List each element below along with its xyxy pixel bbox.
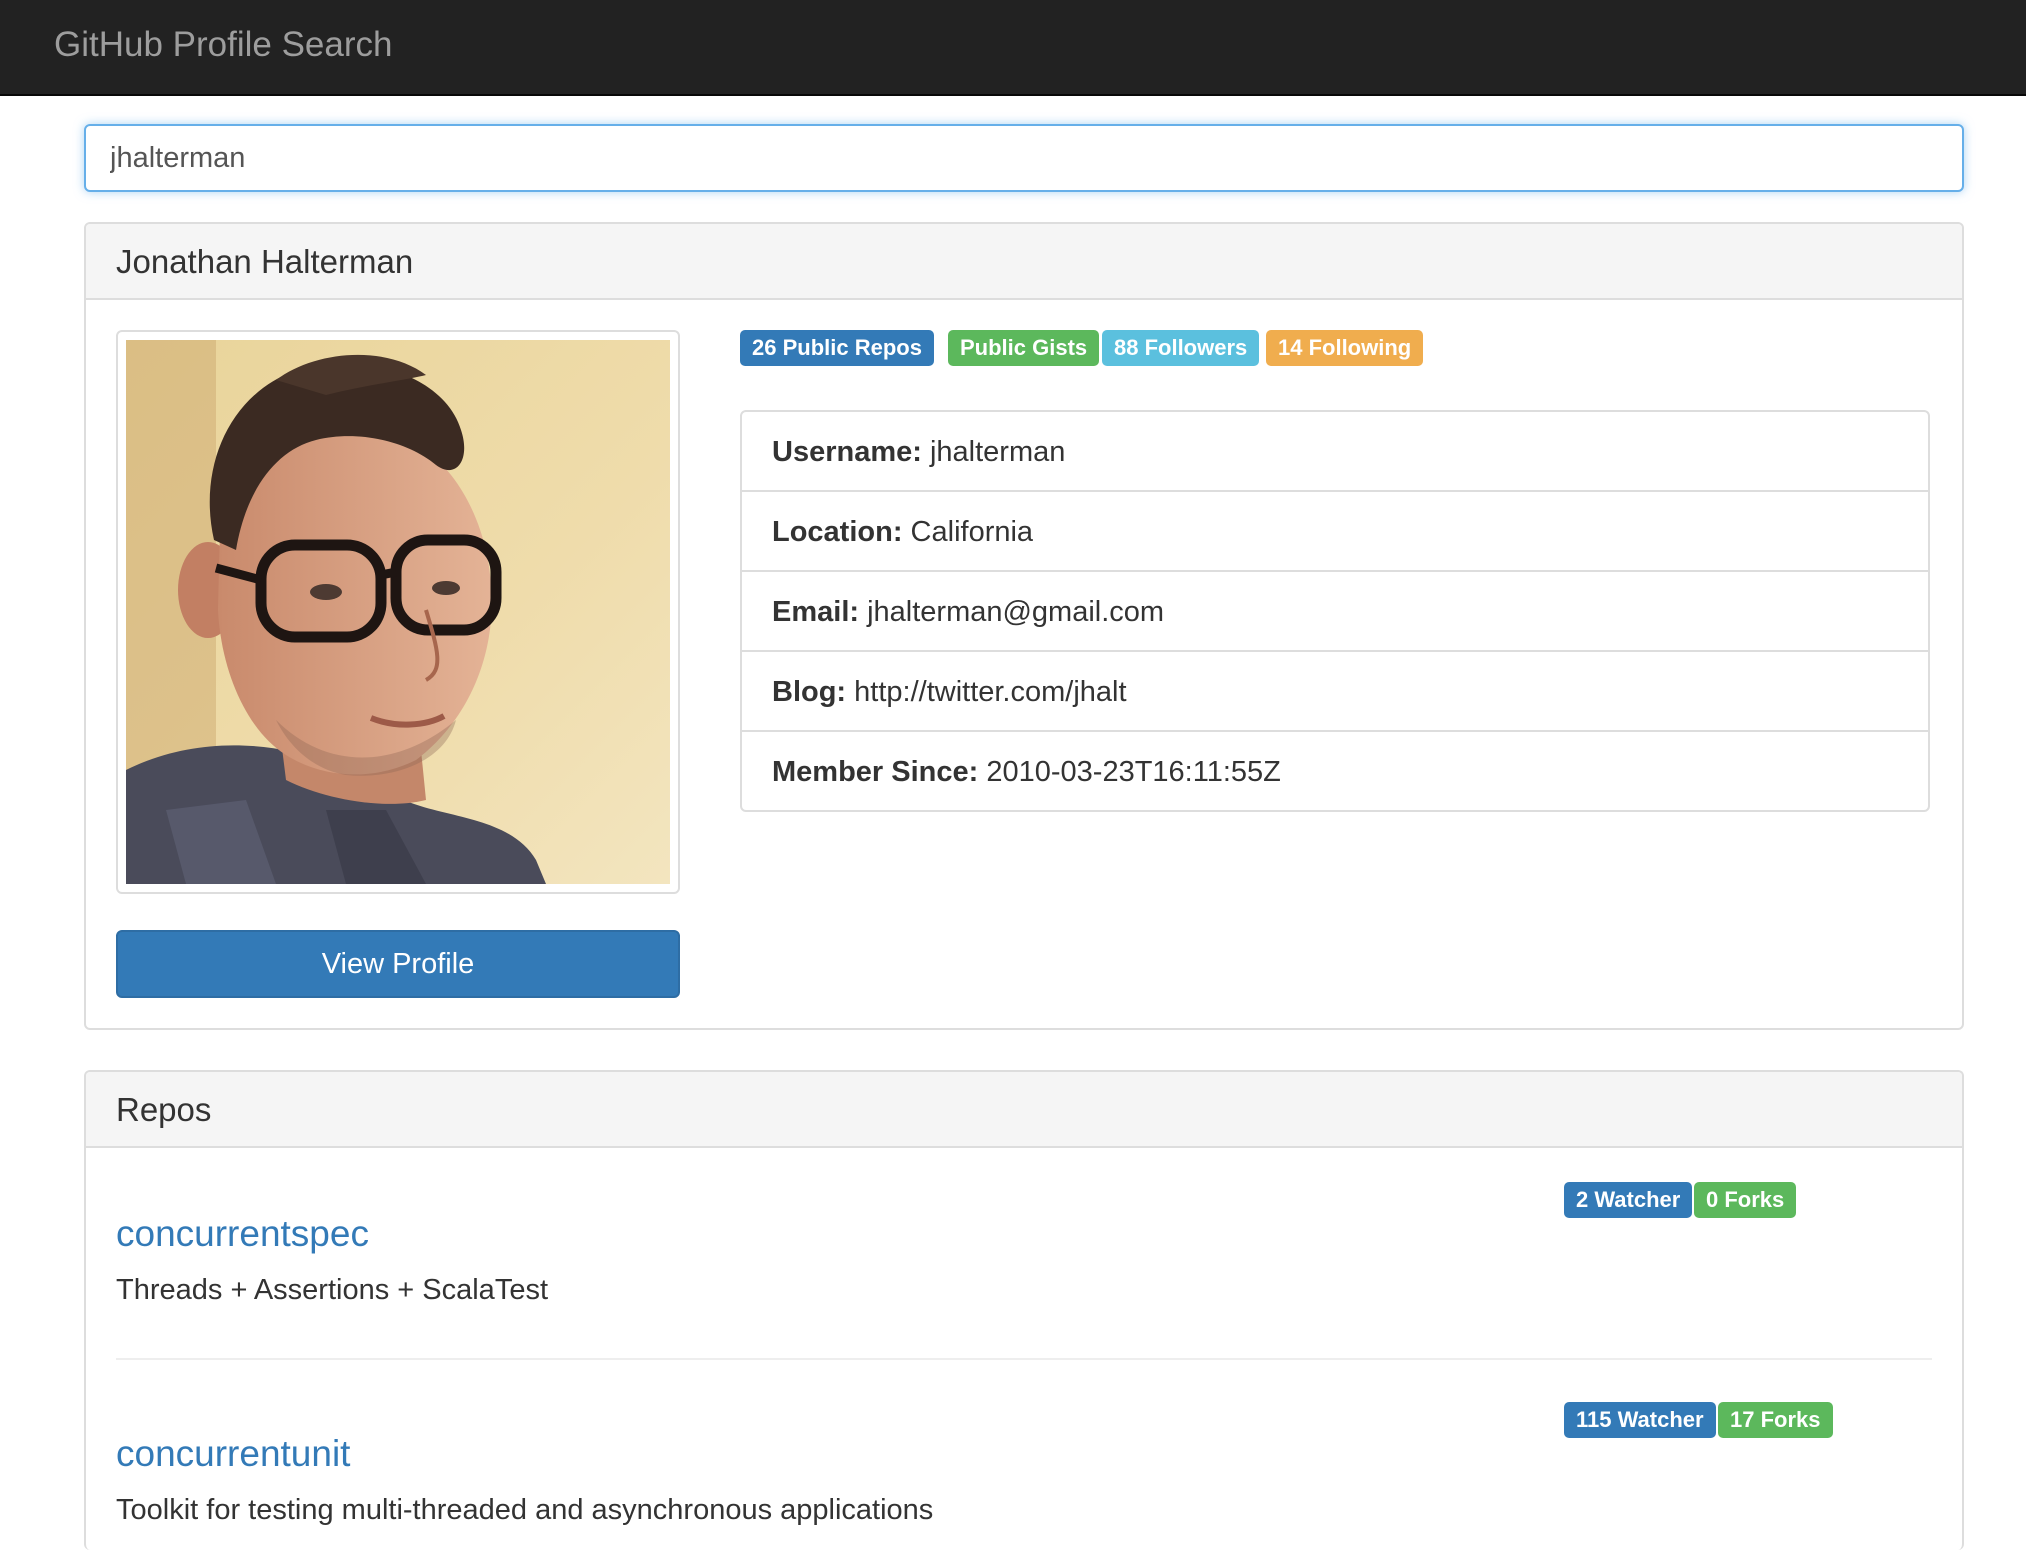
view-profile-button[interactable]: View Profile xyxy=(116,930,680,998)
repo-item: concurrentunit Toolkit for testing multi… xyxy=(116,1402,1932,1550)
badge-followers: 88 Followers xyxy=(1102,330,1260,366)
profile-name: Jonathan Halterman xyxy=(116,243,414,280)
detail-member-since: Member Since: 2010-03-23T16:11:55Z xyxy=(740,730,1930,812)
avatar-photo xyxy=(126,340,670,884)
avatar xyxy=(116,330,680,894)
detail-blog: Blog: http://twitter.com/jhalt xyxy=(740,650,1930,732)
detail-email: Email: jhalterman@gmail.com xyxy=(740,570,1930,652)
detail-location: Location: California xyxy=(740,490,1930,572)
detail-value: jhalterman xyxy=(921,436,1066,468)
repo-description: Toolkit for testing multi-threaded and a… xyxy=(116,1494,934,1526)
detail-label: Location: xyxy=(772,516,903,548)
repos-panel: Repos concurrentspec Threads + Assertion… xyxy=(84,1070,1964,1550)
repo-name-link[interactable]: concurrentunit xyxy=(116,1430,350,1478)
badge-watchers: 115 Watcher xyxy=(1564,1402,1716,1438)
repo-description: Threads + Assertions + ScalaTest xyxy=(116,1274,548,1306)
profile-details-list: Username: jhalterman Location: Californi… xyxy=(740,410,1930,812)
repos-title: Repos xyxy=(116,1091,212,1128)
navbar: GitHub Profile Search xyxy=(0,0,2026,96)
profile-panel: Jonathan Halterman View Profile 26 Publi… xyxy=(84,222,1964,1030)
detail-label: Blog: xyxy=(772,676,847,708)
repo-divider xyxy=(116,1358,1932,1360)
detail-label: Email: xyxy=(772,596,860,628)
profile-panel-heading: Jonathan Halterman xyxy=(86,224,1962,300)
detail-value: http://twitter.com/jhalt xyxy=(846,676,1127,708)
badge-watchers: 2 Watcher xyxy=(1564,1182,1693,1218)
detail-label: Member Since: xyxy=(772,756,979,788)
repo-name-link[interactable]: concurrentspec xyxy=(116,1210,369,1258)
detail-value: 2010-03-23T16:11:55Z xyxy=(978,756,1281,788)
detail-username: Username: jhalterman xyxy=(740,410,1930,492)
badge-forks: 17 Forks xyxy=(1718,1402,1833,1438)
repo-item: concurrentspec Threads + Assertions + Sc… xyxy=(116,1182,1932,1382)
badge-forks: 0 Forks xyxy=(1694,1182,1797,1218)
badge-following: 14 Following xyxy=(1266,330,1424,366)
detail-label: Username: xyxy=(772,436,922,468)
badge-public-gists: Public Gists xyxy=(948,330,1100,366)
repos-panel-heading: Repos xyxy=(86,1072,1962,1148)
badge-public-repos: 26 Public Repos xyxy=(740,330,934,366)
app-title[interactable]: GitHub Profile Search xyxy=(54,22,392,68)
search-input[interactable] xyxy=(84,124,1964,192)
detail-value: California xyxy=(902,516,1034,548)
detail-value: jhalterman@gmail.com xyxy=(859,596,1165,628)
